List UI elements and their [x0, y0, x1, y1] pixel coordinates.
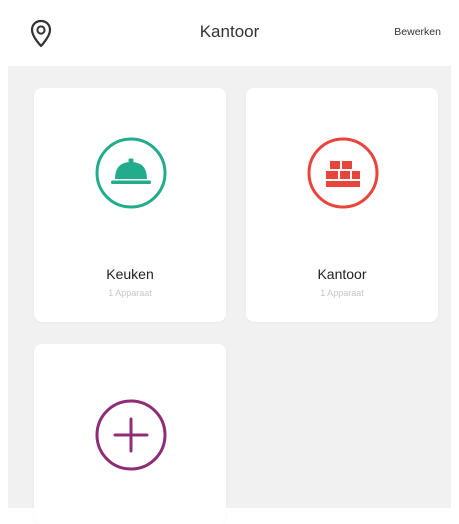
room-card-kantoor[interactable]: Kantoor 1 Apparaat	[246, 88, 438, 322]
room-name: Keuken	[106, 266, 154, 282]
room-card-keuken[interactable]: Keuken 1 Apparaat	[34, 88, 226, 322]
header-bar: Kantoor Bewerken	[0, 0, 459, 66]
office-icon	[307, 137, 379, 209]
room-device-count: 1 Apparaat	[320, 288, 364, 298]
add-room-card[interactable]	[34, 344, 226, 524]
cloche-icon	[95, 137, 167, 209]
room-device-count: 1 Apparaat	[108, 288, 152, 298]
edit-button[interactable]: Bewerken	[394, 26, 441, 38]
plus-icon	[95, 399, 167, 471]
page-title: Kantoor	[199, 22, 260, 41]
room-name: Kantoor	[317, 266, 367, 282]
rooms-grid: Keuken 1 Apparaat Kantoor 1 Apparaat	[8, 66, 451, 524]
